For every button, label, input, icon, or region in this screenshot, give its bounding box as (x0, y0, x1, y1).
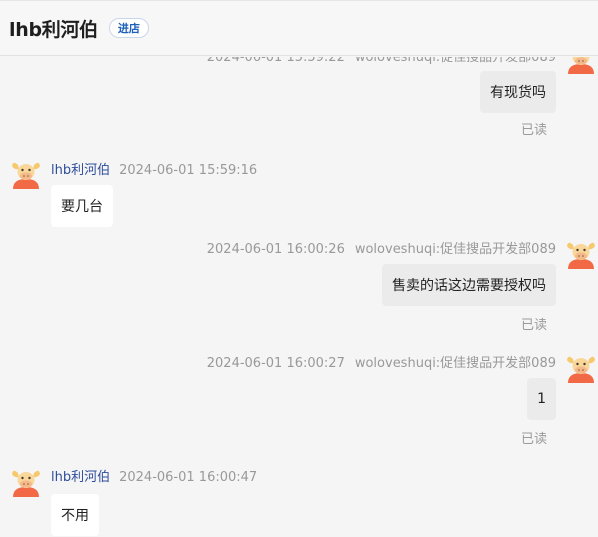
message-time: 2024-06-01 16:00:27 (206, 356, 345, 371)
cartoon-cow-avatar-icon[interactable] (10, 157, 42, 189)
message-bubble: 要几台 (51, 185, 113, 227)
sender-name[interactable]: woloveshuqi:促佳搜品开发部089 (355, 356, 556, 371)
message-time: 2024-06-01 15:59:22 (206, 57, 345, 65)
cartoon-cow-avatar-icon[interactable] (565, 237, 597, 269)
message-meta: 2024-06-01 15:59:22 woloveshuqi:促佳搜品开发部08… (207, 57, 556, 65)
message-time: 2024-06-01 16:00:26 (206, 242, 345, 257)
message-bubble: 1 (527, 378, 556, 420)
sender-name[interactable]: lhb利河伯 (51, 470, 110, 485)
cartoon-cow-avatar-icon[interactable] (565, 57, 597, 74)
sender-name[interactable]: lhb利河伯 (51, 163, 110, 178)
message-list[interactable]: 2024-06-01 15:59:22 woloveshuqi:促佳搜品开发部08… (0, 57, 598, 537)
message-bubble: 有现货吗 (480, 71, 556, 113)
read-status: 已读 (520, 432, 547, 447)
message-bubble: 售卖的话这边需要授权吗 (382, 264, 556, 306)
chat-header: lhb利河伯 进店 (0, 0, 598, 56)
message-meta: lhb利河伯 2024-06-01 15:59:16 (51, 159, 257, 178)
enter-shop-button[interactable]: 进店 (108, 18, 149, 38)
shop-name: lhb利河伯 (9, 18, 98, 41)
message-time: 2024-06-01 16:00:47 (119, 470, 258, 485)
read-status: 已读 (520, 123, 547, 138)
read-status: 已读 (520, 318, 547, 333)
message-meta: 2024-06-01 16:00:27 woloveshuqi:促佳搜品开发部08… (207, 352, 556, 371)
sender-name[interactable]: woloveshuqi:促佳搜品开发部089 (355, 57, 556, 65)
message-meta: 2024-06-01 16:00:26 woloveshuqi:促佳搜品开发部08… (207, 238, 556, 257)
cartoon-cow-avatar-icon[interactable] (10, 465, 42, 497)
cartoon-cow-avatar-icon[interactable] (565, 351, 597, 383)
message-time: 2024-06-01 15:59:16 (119, 163, 258, 178)
message-bubble: 不用 (51, 494, 99, 536)
sender-name[interactable]: woloveshuqi:促佳搜品开发部089 (355, 242, 556, 257)
message-meta: lhb利河伯 2024-06-01 16:00:47 (51, 466, 257, 485)
